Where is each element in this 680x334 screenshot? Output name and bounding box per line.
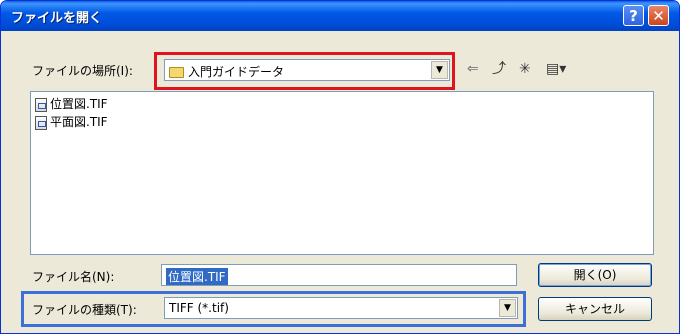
dialog-title: ファイルを開く (11, 11, 103, 26)
up-folder-icon[interactable]: ⤴ (492, 59, 506, 79)
help-button[interactable]: ? (623, 5, 644, 26)
file-item-name: 平面図.TIF (50, 115, 108, 129)
view-menu-icon[interactable]: ▤▾ (546, 59, 566, 79)
file-name-label: ファイル名(N): (32, 270, 115, 284)
new-folder-icon[interactable]: ✳ (519, 59, 531, 79)
tif-file-icon (35, 115, 47, 130)
file-item[interactable]: 位置図.TIF (35, 96, 108, 112)
file-name-input[interactable]: 位置図.TIF (161, 264, 517, 286)
back-icon[interactable]: ⇐ (467, 59, 479, 79)
close-icon: ✕ (652, 7, 665, 25)
file-item[interactable]: 平面図.TIF (35, 114, 108, 130)
file-type-highlight (21, 291, 526, 327)
look-in-highlight (154, 52, 455, 90)
file-item-name: 位置図.TIF (50, 97, 108, 111)
file-list[interactable]: 位置図.TIF 平面図.TIF (30, 91, 654, 255)
close-button[interactable]: ✕ (648, 5, 669, 26)
tif-file-icon (35, 97, 47, 112)
cancel-button[interactable]: キャンセル (538, 297, 652, 321)
open-button[interactable]: 開く(O) (538, 263, 652, 287)
title-bar[interactable]: ファイルを開く ? ✕ (1, 1, 679, 31)
help-icon: ? (629, 7, 638, 25)
open-file-dialog: ファイルを開く ? ✕ ファイルの場所(I): 入門ガイドデータ ▼ ⇐ ⤴ ✳… (0, 0, 680, 334)
file-name-value: 位置図.TIF (166, 268, 228, 285)
look-in-label: ファイルの場所(I): (32, 64, 133, 78)
